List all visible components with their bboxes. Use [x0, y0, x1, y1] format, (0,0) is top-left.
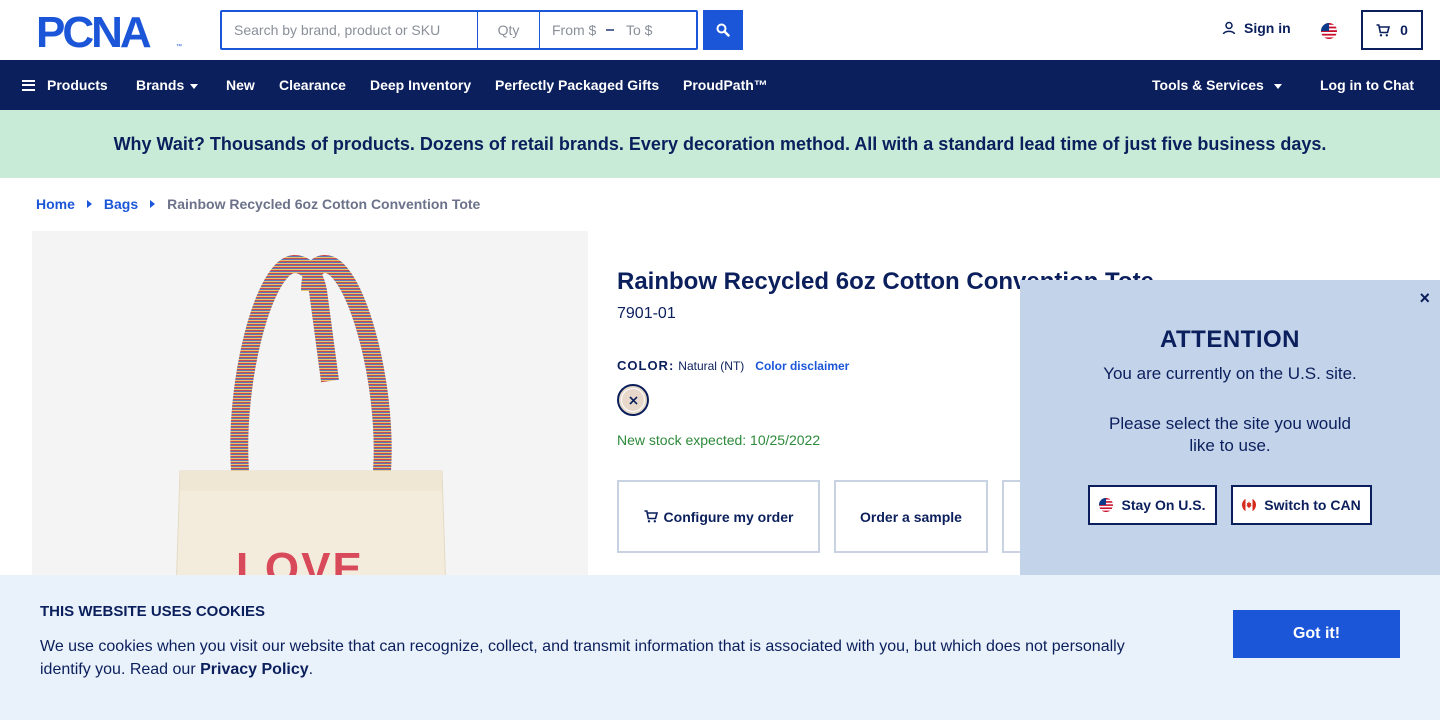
sign-in-link[interactable]: Sign in [1222, 20, 1291, 36]
cart-count: 0 [1400, 22, 1408, 38]
nav-proudpath[interactable]: ProudPath™ [683, 60, 768, 110]
configure-order-label: Configure my order [663, 508, 794, 525]
svg-text:™: ™ [176, 43, 182, 50]
stay-us-button[interactable]: Stay On U.S. [1088, 485, 1217, 525]
breadcrumb-arrow-icon [150, 200, 156, 208]
price-to-input[interactable] [614, 12, 696, 48]
nav-clearance-label: Clearance [279, 77, 346, 93]
privacy-policy-link[interactable]: Privacy Policy [200, 661, 309, 678]
color-label: COLOR: [617, 358, 675, 373]
price-from-input[interactable] [540, 12, 610, 48]
nav-brands[interactable]: Brands [136, 60, 199, 110]
nav-products[interactable]: Products [22, 60, 108, 110]
breadcrumb-home[interactable]: Home [36, 196, 75, 212]
cart-icon [1376, 23, 1391, 36]
nav-chat-label: Log in to Chat [1320, 77, 1415, 93]
nav-gifts[interactable]: Perfectly Packaged Gifts [495, 60, 659, 110]
swatch-fill [621, 388, 645, 412]
stock-status: New stock expected: 10/25/2022 [617, 432, 821, 448]
color-row: COLOR: Natural (NT) Color disclaimer [617, 358, 849, 373]
cookie-title: THIS WEBSITE USES COOKIES [40, 603, 266, 620]
menu-icon [22, 79, 35, 91]
cookie-text-block: We use cookies when you visit our websit… [40, 635, 1150, 681]
canada-flag-icon [1242, 498, 1257, 512]
cart-icon [644, 510, 658, 523]
qty-input[interactable] [478, 12, 540, 48]
attention-select-site-text: Please select the site you would like to… [1109, 414, 1351, 455]
cookie-accept-button[interactable]: Got it! [1233, 610, 1400, 658]
nav-deep-inventory[interactable]: Deep Inventory [370, 60, 471, 110]
nav-products-label: Products [47, 77, 108, 93]
attention-current-site-text: You are currently on the U.S. site. [1103, 364, 1357, 383]
us-flag-icon[interactable] [1321, 23, 1337, 39]
nav-new[interactable]: New [226, 60, 255, 110]
top-header: PCNA ™ Sign in [0, 0, 1440, 60]
cart-button[interactable]: 0 [1361, 10, 1423, 50]
logo-text: PCNA [36, 12, 151, 50]
breadcrumb-arrow-icon [86, 200, 92, 208]
search-icon [716, 23, 730, 37]
main-nav: Products Brands New Clearance Deep Inven… [0, 60, 1440, 110]
promo-banner: Why Wait? Thousands of products. Dozens … [0, 110, 1440, 178]
cookie-banner: THIS WEBSITE USES COOKIES We use cookies… [0, 575, 1440, 720]
site-selector-popup: × ATTENTION You are currently on the U.S… [1020, 280, 1440, 580]
sign-in-label: Sign in [1244, 20, 1291, 36]
us-flag-icon [1099, 498, 1114, 512]
order-sample-button[interactable]: Order a sample [834, 480, 988, 553]
product-sku: 7901-01 [617, 305, 676, 322]
nav-tools-services[interactable]: Tools & Services [1152, 60, 1282, 110]
switch-can-label: Switch to CAN [1264, 497, 1361, 513]
breadcrumb-current: Rainbow Recycled 6oz Cotton Convention T… [167, 196, 481, 212]
cookie-period: . [308, 661, 314, 678]
nav-clearance[interactable]: Clearance [279, 60, 346, 110]
search-bar [220, 10, 698, 50]
user-icon [1222, 21, 1236, 35]
color-disclaimer-link[interactable]: Color disclaimer [755, 359, 849, 373]
nav-deep-inventory-label: Deep Inventory [370, 77, 472, 93]
configure-order-button[interactable]: Configure my order [617, 480, 820, 553]
caret-down-icon [190, 83, 199, 89]
nav-proudpath-label: ProudPath™ [683, 77, 768, 93]
color-swatch-natural[interactable] [617, 384, 649, 416]
nav-new-label: New [226, 77, 255, 93]
breadcrumb-bags[interactable]: Bags [104, 196, 138, 212]
order-sample-label: Order a sample [860, 508, 962, 525]
switch-can-button[interactable]: Switch to CAN [1231, 485, 1372, 525]
promo-text: Why Wait? Thousands of products. Dozens … [113, 133, 1327, 154]
nav-brands-label: Brands [136, 77, 185, 93]
nav-log-in-chat[interactable]: Log in to Chat [1320, 60, 1414, 110]
close-icon[interactable]: × [1419, 288, 1430, 309]
attention-title: ATTENTION [1159, 326, 1301, 353]
nav-gifts-label: Perfectly Packaged Gifts [495, 77, 660, 93]
nav-tools-label: Tools & Services [1152, 77, 1264, 93]
caret-down-icon [1273, 83, 1282, 89]
close-icon [628, 395, 638, 405]
pcna-logo[interactable]: PCNA ™ [36, 12, 186, 50]
search-button[interactable] [703, 10, 743, 50]
search-input[interactable] [222, 12, 478, 48]
color-value: Natural (NT) [678, 358, 745, 373]
stay-us-label: Stay On U.S. [1121, 497, 1206, 513]
breadcrumb: Home Bags Rainbow Recycled 6oz Cotton Co… [36, 196, 480, 212]
